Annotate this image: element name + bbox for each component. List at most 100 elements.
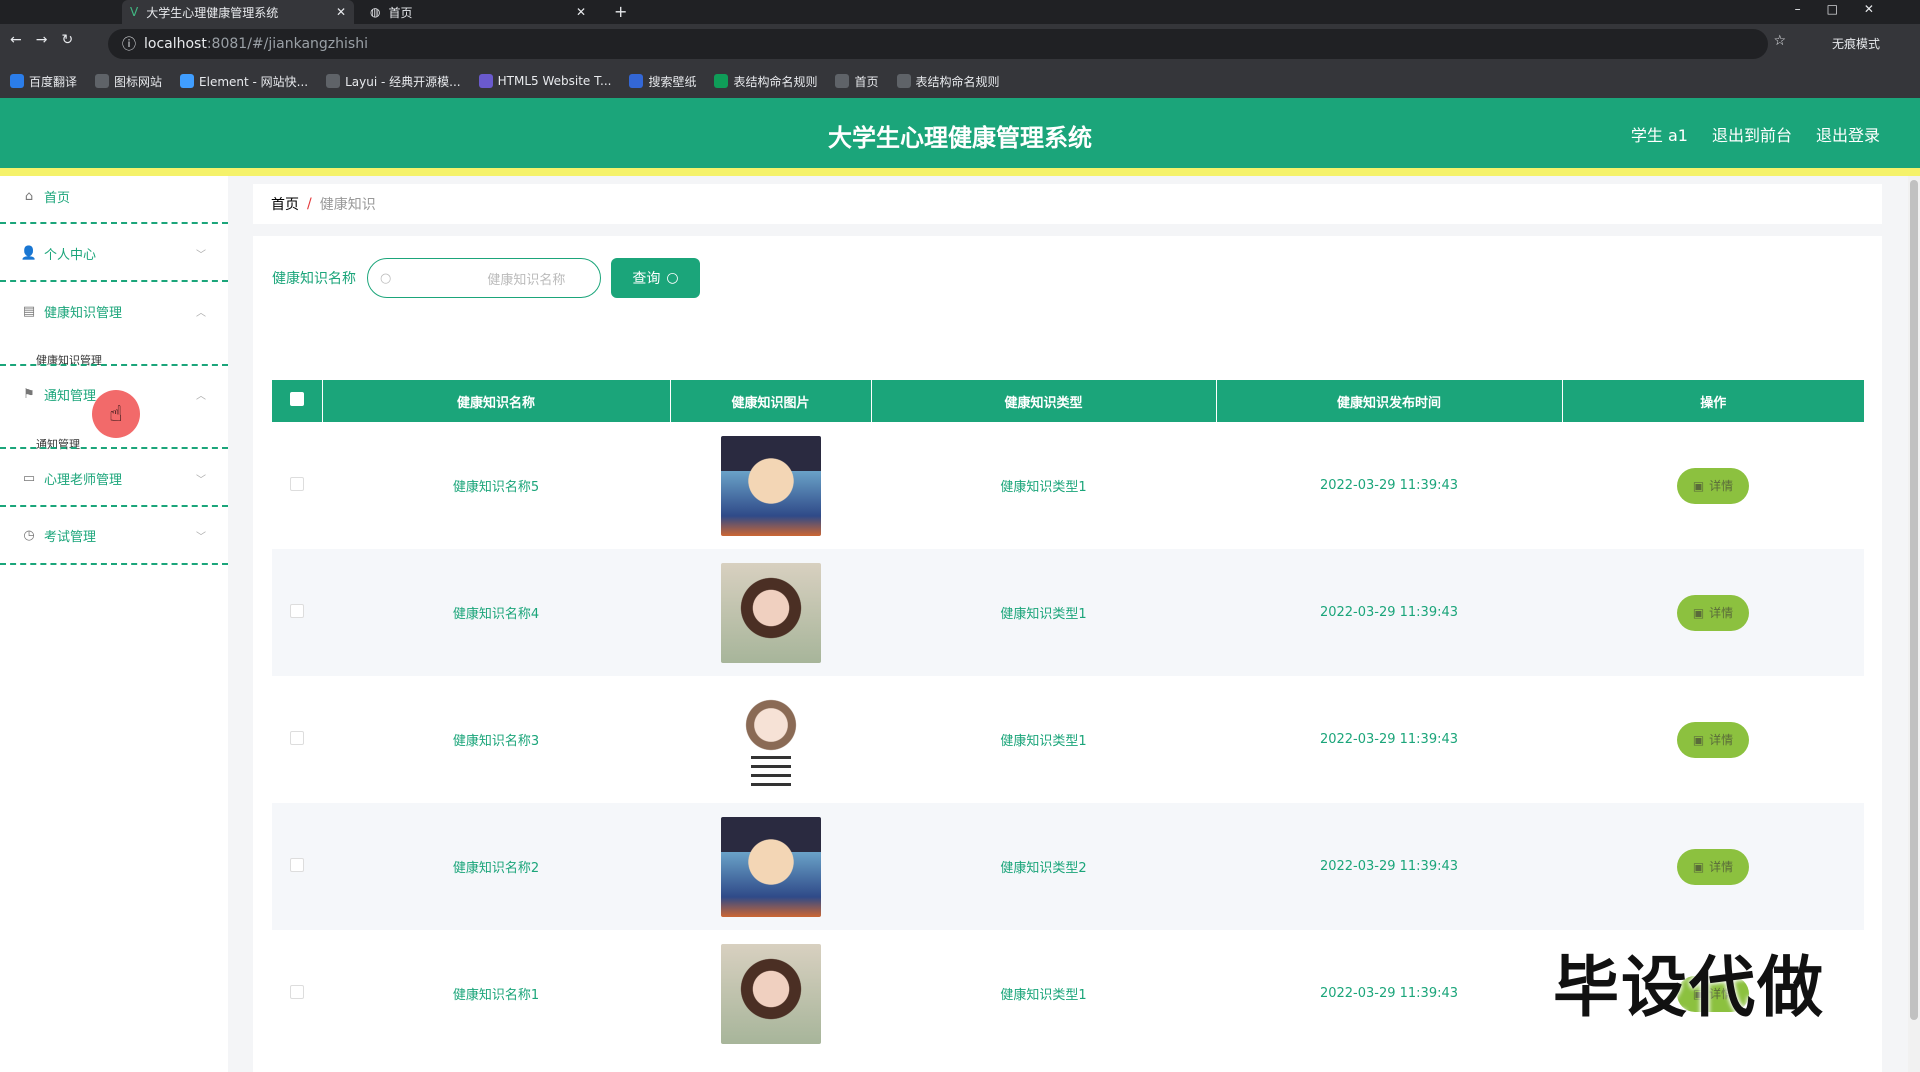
bookmark[interactable]: 表结构命名规则: [896, 73, 1000, 90]
row-checkbox[interactable]: [290, 984, 304, 999]
query-button[interactable]: 查询 ○: [611, 258, 700, 298]
chevron-down-icon: ﹀: [196, 474, 206, 486]
cell-time: 2022-03-29 11:39:43: [1216, 803, 1562, 930]
logout-link[interactable]: 退出登录: [1816, 122, 1880, 146]
divider: [0, 280, 228, 282]
divider: [0, 364, 228, 366]
cell-type: 健康知识类型1: [1000, 480, 1087, 495]
table-row: 健康知识名称5 健康知识类型1 2022-03-29 11:39:43 ▣ 详情: [272, 422, 1864, 549]
row-checkbox[interactable]: [290, 857, 304, 872]
cell-name: 健康知识名称4: [322, 549, 670, 676]
row-checkbox[interactable]: [290, 730, 304, 745]
sidebar: ⌂ 首页 👤 个人中心 ﹀ ▤ 健康知识管理 ︿ 健康知识管理 ⚑ 通知管理 ︿ 通知管理 ▭…: [0, 176, 228, 1072]
chat-icon: ▭: [22, 470, 36, 486]
submenu-notice[interactable]: 通知管理: [36, 436, 80, 452]
detail-button[interactable]: ▣ 详情: [1677, 467, 1749, 504]
divider: [0, 505, 228, 507]
address-bar-row: ←→↻ ⓘ localhost:8081/#/jiankangzhishi ☆ 无…: [0, 24, 1920, 64]
search-icon: ○: [666, 270, 679, 286]
briefcase-icon: ▤: [22, 303, 36, 319]
chevron-up-icon: ︿: [196, 390, 206, 402]
close-tab-icon[interactable]: ✕: [576, 5, 586, 19]
col-time: 健康知识发布时间: [1216, 380, 1563, 422]
knowledge-image: [720, 943, 821, 1044]
document-icon: ▣: [1692, 478, 1705, 493]
col-actions: 操作: [1562, 380, 1864, 422]
header-accent-line: [0, 168, 1920, 176]
clock-icon: ◷: [23, 527, 35, 543]
search-label: 健康知识名称: [272, 271, 356, 287]
browser-tab-bar: V 大学生心理健康管理系统 ✕ ◍ 首页 ✕ + –□✕: [0, 0, 1920, 24]
table-row: 健康知识名称3 健康知识类型1 2022-03-29 11:39:43 ▣ 详情: [272, 676, 1864, 803]
new-tab-icon[interactable]: +: [614, 2, 627, 21]
breadcrumb-home[interactable]: 首页: [271, 194, 299, 214]
click-cursor-indicator: ☝: [92, 390, 140, 438]
knowledge-image: [720, 562, 821, 663]
scrollbar[interactable]: [1908, 176, 1920, 1072]
search-icon: ○: [380, 270, 392, 286]
url-input[interactable]: ⓘ localhost:8081/#/jiankangzhishi: [108, 29, 1768, 59]
document-icon: ▣: [1692, 859, 1705, 874]
tab-active[interactable]: V 大学生心理健康管理系统 ✕: [122, 0, 354, 24]
cell-time: 2022-03-29 11:39:43: [1319, 478, 1459, 493]
scrollbar-thumb[interactable]: [1910, 180, 1918, 1020]
app-header: 大学生心理健康管理系统 学生 a1 退出到前台 退出登录: [0, 98, 1920, 168]
cell-type: 健康知识类型1: [1000, 734, 1087, 749]
col-name: 健康知识名称: [322, 380, 671, 422]
divider: [0, 563, 228, 565]
breadcrumb-current: 健康知识: [319, 197, 376, 213]
search-input[interactable]: ○ 健康知识名称: [367, 258, 601, 298]
cell-name: 健康知识名称1: [452, 988, 540, 1003]
bookmark[interactable]: 首页: [835, 73, 879, 90]
user-icon: 👤: [20, 245, 38, 261]
sidebar-item-home[interactable]: ⌂ 首页: [0, 186, 228, 206]
table-row: 健康知识名称2 健康知识类型2 2022-03-29 11:39:43 ▣ 详情: [272, 803, 1864, 930]
bookmark[interactable]: HTML5 Website T...: [478, 74, 611, 88]
flag-icon: ⚑: [23, 386, 35, 402]
knowledge-image: [720, 689, 821, 790]
info-icon: ⓘ: [122, 37, 136, 53]
bookmark[interactable]: 搜索壁纸: [629, 73, 696, 90]
document-icon: ▣: [1692, 605, 1705, 620]
sidebar-item-teacher[interactable]: ▭ 心理老师管理 ﹀: [0, 468, 228, 488]
bookmark[interactable]: Element - 网站快...: [180, 73, 308, 90]
nav-buttons[interactable]: ←→↻: [10, 32, 87, 48]
col-type: 健康知识类型: [871, 380, 1217, 422]
home-icon: ⌂: [24, 188, 34, 204]
select-all-checkbox[interactable]: [289, 392, 304, 406]
current-user: 学生 a1: [1630, 126, 1688, 145]
cell-time: 2022-03-29 11:39:43: [1319, 732, 1459, 747]
cell-name: 健康知识名称5: [452, 480, 540, 495]
window-controls[interactable]: –□✕: [1795, 2, 1900, 16]
star-icon[interactable]: ☆: [1773, 33, 1786, 49]
breadcrumb: 首页 / 健康知识: [253, 184, 1882, 224]
detail-button[interactable]: ▣ 详情: [1677, 594, 1749, 631]
profile-button[interactable]: 无痕模式: [1832, 35, 1880, 52]
cell-time: 2022-03-29 11:39:43: [1216, 549, 1562, 676]
row-checkbox[interactable]: [290, 476, 304, 491]
divider: [0, 447, 228, 449]
bookmark[interactable]: 图标网站: [95, 73, 162, 90]
cell-name: 健康知识名称2: [322, 803, 670, 930]
to-front-link[interactable]: 退出到前台: [1712, 122, 1792, 146]
cell-type: 健康知识类型2: [871, 803, 1216, 930]
vue-icon: V: [130, 5, 139, 19]
sidebar-item-exam[interactable]: ◷ 考试管理 ﹀: [0, 525, 228, 545]
detail-button[interactable]: ▣ 详情: [1677, 721, 1749, 758]
sidebar-item-profile[interactable]: 👤 个人中心 ﹀: [0, 243, 228, 263]
hand-pointer-icon: ☝: [109, 401, 123, 427]
detail-button[interactable]: ▣ 详情: [1677, 848, 1749, 885]
close-tab-icon[interactable]: ✕: [336, 5, 346, 19]
bookmark[interactable]: 百度翻译: [10, 73, 77, 90]
chevron-up-icon: ︿: [196, 307, 206, 319]
bookmark[interactable]: Layui - 经典开源模...: [326, 73, 461, 90]
sidebar-item-knowledge[interactable]: ▤ 健康知识管理 ︿: [0, 301, 228, 321]
tab-home[interactable]: ◍ 首页 ✕: [362, 0, 594, 24]
chevron-down-icon: ﹀: [196, 531, 206, 543]
bookmarks-bar: 百度翻译 图标网站 Element - 网站快... Layui - 经典开源模…: [0, 64, 1920, 98]
watermark: 毕设代做: [1553, 949, 1825, 1026]
row-checkbox[interactable]: [290, 603, 304, 618]
col-image: 健康知识图片: [670, 380, 872, 422]
chevron-down-icon: ﹀: [196, 249, 206, 261]
bookmark[interactable]: 表结构命名规则: [714, 73, 817, 90]
